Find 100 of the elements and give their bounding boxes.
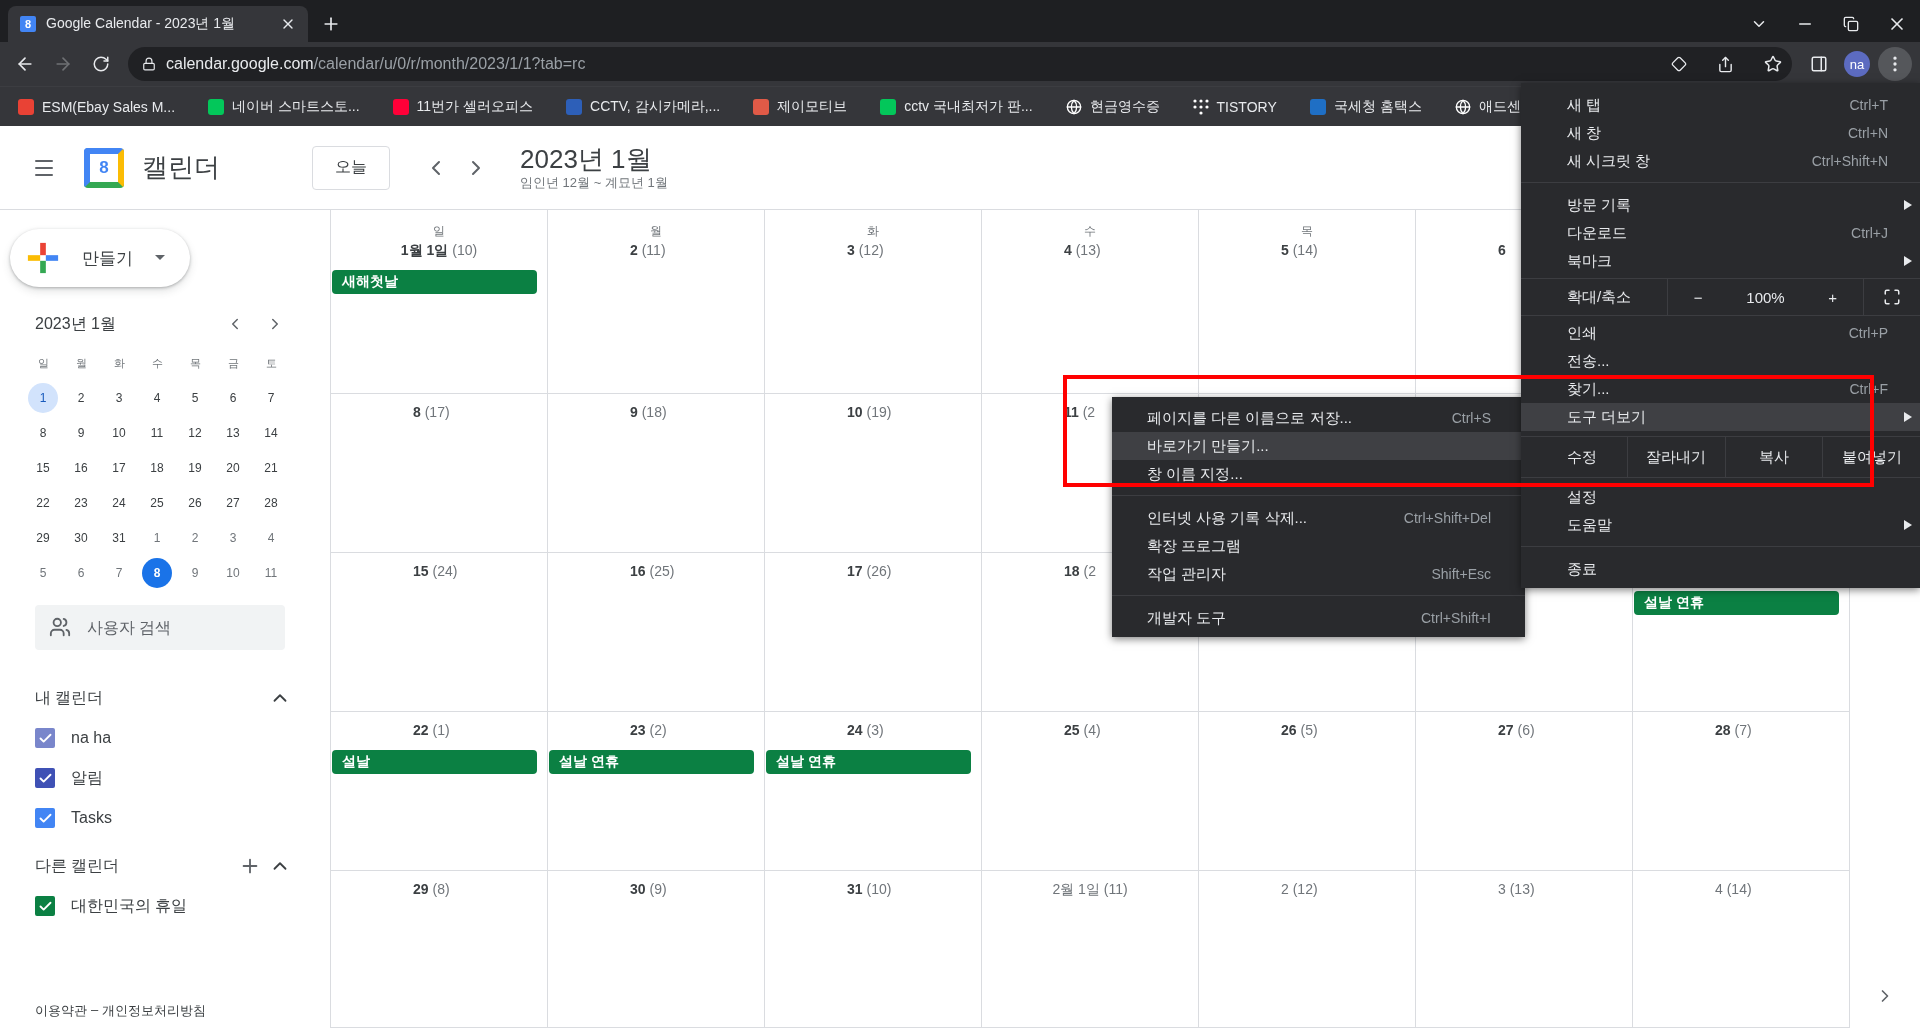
- date-label[interactable]: 3 (13): [1498, 881, 1550, 903]
- mini-calendar-day[interactable]: 20: [218, 453, 248, 483]
- mini-calendar-day[interactable]: 13: [218, 418, 248, 448]
- event-chip[interactable]: 설날 연휴: [1634, 591, 1839, 615]
- day-cell[interactable]: 화 3 (12): [765, 210, 982, 394]
- mini-calendar-day[interactable]: 30: [66, 523, 96, 553]
- zoom-in-button[interactable]: +: [1820, 288, 1846, 306]
- bookmark[interactable]: ESM(Ebay Sales M...: [18, 98, 176, 115]
- bookmark[interactable]: 제이모티브: [753, 97, 848, 116]
- mini-calendar-day[interactable]: 11: [256, 558, 286, 588]
- mini-calendar-day[interactable]: 4: [142, 383, 172, 413]
- menu-item[interactable]: 다운로드 Ctrl+J: [1521, 219, 1920, 247]
- menu-item[interactable]: 새 시크릿 창 Ctrl+Shift+N: [1521, 147, 1920, 175]
- calendar-checkbox[interactable]: [35, 896, 55, 916]
- mini-calendar-day[interactable]: 10: [218, 558, 248, 588]
- fullscreen-icon[interactable]: [1883, 288, 1901, 306]
- edit-button[interactable]: 복사: [1724, 437, 1823, 477]
- day-cell[interactable]: 25 (4): [982, 712, 1199, 871]
- date-label[interactable]: 15 (24): [413, 563, 465, 585]
- mini-calendar-day[interactable]: 9: [66, 418, 96, 448]
- calendar-checkbox[interactable]: [35, 808, 55, 828]
- event-chip[interactable]: 설날 연휴: [549, 750, 754, 774]
- people-search-field[interactable]: 사용자 검색: [35, 605, 285, 650]
- menu-item[interactable]: 방문 기록: [1521, 191, 1920, 219]
- menu-item[interactable]: 인쇄 Ctrl+P: [1521, 319, 1920, 347]
- day-cell[interactable]: 30 (9): [548, 871, 765, 1028]
- create-button[interactable]: 만들기: [10, 229, 190, 287]
- day-cell[interactable]: 일 1월 1일 (10) 새해첫날: [331, 210, 548, 394]
- day-cell[interactable]: 10 (19): [765, 394, 982, 553]
- mini-calendar-day[interactable]: 12: [180, 418, 210, 448]
- star-icon[interactable]: [1764, 55, 1782, 73]
- day-cell[interactable]: 27 (6): [1416, 712, 1633, 871]
- day-cell[interactable]: 4 (14): [1633, 871, 1850, 1028]
- day-cell[interactable]: 26 (5): [1199, 712, 1416, 871]
- profile-avatar[interactable]: na: [1844, 51, 1870, 77]
- mini-calendar-day[interactable]: 7: [104, 558, 134, 588]
- date-label[interactable]: 22 (1): [413, 722, 465, 744]
- date-label[interactable]: 5 (14): [1281, 242, 1333, 264]
- day-cell[interactable]: 2 (12): [1199, 871, 1416, 1028]
- today-button[interactable]: 오늘: [312, 145, 390, 190]
- bookmark[interactable]: TISTORY: [1192, 98, 1277, 115]
- bookmark[interactable]: cctv 국내최저가 판...: [880, 97, 1033, 116]
- bookmark[interactable]: 국세청 홈택스: [1309, 97, 1422, 116]
- mini-calendar-day[interactable]: 8: [142, 558, 172, 588]
- date-label[interactable]: 1월 1일 (10): [400, 242, 478, 264]
- mini-calendar-day[interactable]: 10: [104, 418, 134, 448]
- browser-tab[interactable]: 8 Google Calendar - 2023년 1월: [8, 6, 308, 42]
- date-label[interactable]: 16 (25): [630, 563, 682, 585]
- date-label[interactable]: 28 (7): [1715, 722, 1767, 744]
- menu-item[interactable]: 새 창 Ctrl+N: [1521, 119, 1920, 147]
- date-label[interactable]: 30 (9): [630, 881, 682, 903]
- edit-button[interactable]: 잘라내기: [1627, 437, 1725, 477]
- day-cell[interactable]: 23 (2) 설날 연휴: [548, 712, 765, 871]
- mini-calendar-day[interactable]: 16: [66, 453, 96, 483]
- event-chip[interactable]: 설날 연휴: [766, 750, 971, 774]
- event-chip[interactable]: 새해첫날: [332, 270, 537, 294]
- calendar-checkbox[interactable]: [35, 728, 55, 748]
- reload-icon[interactable]: [92, 55, 110, 73]
- bookmark[interactable]: 11번가 셀러오피스: [392, 97, 534, 116]
- mini-calendar-day[interactable]: 3: [218, 523, 248, 553]
- event-chip[interactable]: 설날: [332, 750, 537, 774]
- mini-calendar-day[interactable]: 14: [256, 418, 286, 448]
- mini-calendar-day[interactable]: 4: [256, 523, 286, 553]
- bookmark[interactable]: CCTV, 감시카메라,...: [566, 97, 721, 116]
- mini-calendar-day[interactable]: 28: [256, 488, 286, 518]
- day-cell[interactable]: 24 (3) 설날 연휴: [765, 712, 982, 871]
- mini-calendar-day[interactable]: 21: [256, 453, 286, 483]
- mini-calendar-day[interactable]: 17: [104, 453, 134, 483]
- mini-calendar-day[interactable]: 26: [180, 488, 210, 518]
- date-label[interactable]: 2월 1일 (11): [1052, 881, 1128, 903]
- date-label[interactable]: 25 (4): [1064, 722, 1116, 744]
- restore-icon[interactable]: [1843, 16, 1859, 32]
- menu-item[interactable]: 새 탭 Ctrl+T: [1521, 91, 1920, 119]
- day-cell[interactable]: 28 (7): [1633, 712, 1850, 871]
- day-cell[interactable]: 16 (25): [548, 553, 765, 712]
- day-cell[interactable]: 17 (26): [765, 553, 982, 712]
- date-label[interactable]: 2 (12): [1281, 881, 1333, 903]
- date-label[interactable]: 3 (12): [847, 242, 899, 264]
- date-label[interactable]: 4 (14): [1715, 881, 1767, 903]
- mini-calendar-day[interactable]: 15: [28, 453, 58, 483]
- share-icon[interactable]: [1717, 55, 1734, 73]
- mini-calendar-day[interactable]: 8: [28, 418, 58, 448]
- mini-calendar-day[interactable]: 11: [142, 418, 172, 448]
- address-field[interactable]: calendar.google.com/calendar/u/0/r/month/2023/1/1?tab=rc: [128, 47, 1792, 81]
- mini-calendar-day[interactable]: 29: [28, 523, 58, 553]
- mini-calendar-day[interactable]: 3: [104, 383, 134, 413]
- date-label[interactable]: 31 (10): [847, 881, 899, 903]
- day-cell[interactable]: 8 (17): [331, 394, 548, 553]
- mini-calendar-day[interactable]: 19: [180, 453, 210, 483]
- date-label[interactable]: 24 (3): [847, 722, 899, 744]
- zoom-out-button[interactable]: −: [1685, 288, 1711, 306]
- diamond-icon[interactable]: [1671, 56, 1687, 72]
- mini-calendar-day[interactable]: 18: [142, 453, 172, 483]
- mini-calendar-day[interactable]: 7: [256, 383, 286, 413]
- terms-link[interactable]: 이용약관: [35, 1002, 87, 1020]
- day-cell[interactable]: 2월 1일 (11): [982, 871, 1199, 1028]
- mini-calendar-day[interactable]: 1: [142, 523, 172, 553]
- mini-calendar-day[interactable]: 23: [66, 488, 96, 518]
- day-cell[interactable]: 9 (18): [548, 394, 765, 553]
- date-label[interactable]: 17 (26): [847, 563, 899, 585]
